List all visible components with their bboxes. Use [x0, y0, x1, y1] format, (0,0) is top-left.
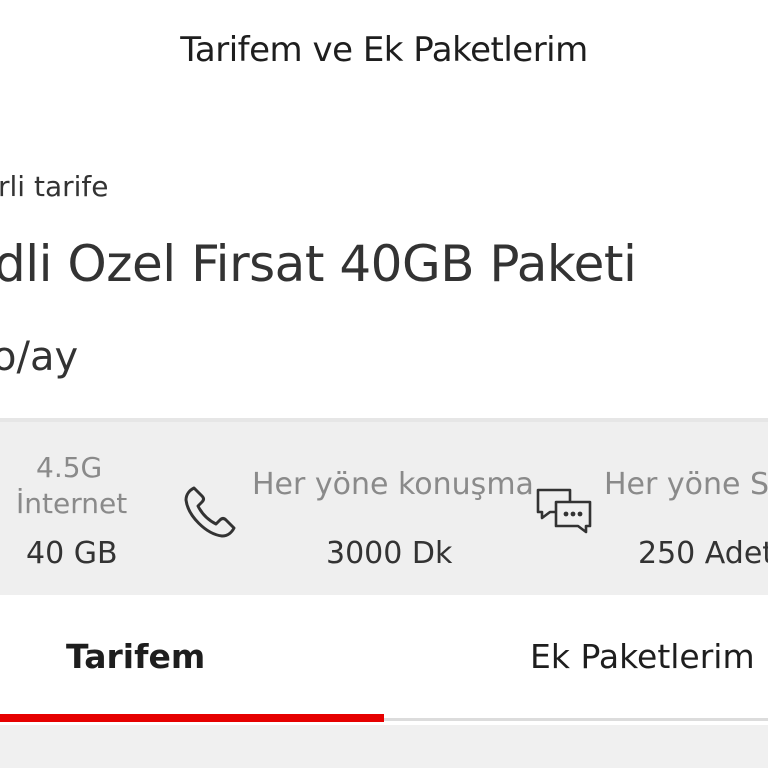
benefit-sms-label: Her yöne SM	[604, 467, 768, 502]
page-title: Tarifem ve Ek Paketlerim	[180, 30, 588, 70]
benefit-calls-value: 3000 Dk	[326, 536, 453, 571]
tab-tarifem[interactable]: Tarifem	[0, 595, 384, 725]
benefit-internet-label-line1: 4.5G	[36, 451, 103, 484]
tab-bar: Tarifem Ek Paketlerim	[0, 595, 768, 725]
content-area	[0, 725, 768, 768]
benefit-sms: Her yöne SM 250 Adet	[530, 422, 768, 599]
benefit-calls: Her yöne konuşma 3000 Dk	[170, 422, 534, 599]
benefit-calls-label: Her yöne konuşma	[252, 467, 534, 502]
sms-chat-icon	[534, 484, 594, 536]
tab-active-indicator	[0, 714, 384, 722]
benefits-strip: 4.5G İnternet 40 GB Her yöne konuşma 300…	[0, 418, 768, 595]
benefit-internet: 4.5G İnternet 40 GB	[0, 422, 150, 599]
plan-price: o/ay	[0, 334, 79, 380]
benefit-internet-value: 40 GB	[26, 536, 118, 571]
tab-ek-paketlerim-label: Ek Paketlerim	[530, 637, 755, 676]
benefit-sms-value: 250 Adet	[638, 536, 768, 571]
tariff-page: Tarifem ve Ek Paketlerim rli tarife dli …	[0, 0, 768, 768]
plan-caption: rli tarife	[0, 170, 109, 203]
phone-icon	[180, 482, 240, 542]
benefit-internet-label-line2: İnternet	[16, 487, 128, 520]
tab-tarifem-label: Tarifem	[66, 637, 206, 676]
plan-name: dli Ozel Firsat 40GB Paketi	[0, 235, 637, 293]
tab-inactive-indicator	[384, 718, 768, 721]
tab-ek-paketlerim[interactable]: Ek Paketlerim	[384, 595, 768, 725]
